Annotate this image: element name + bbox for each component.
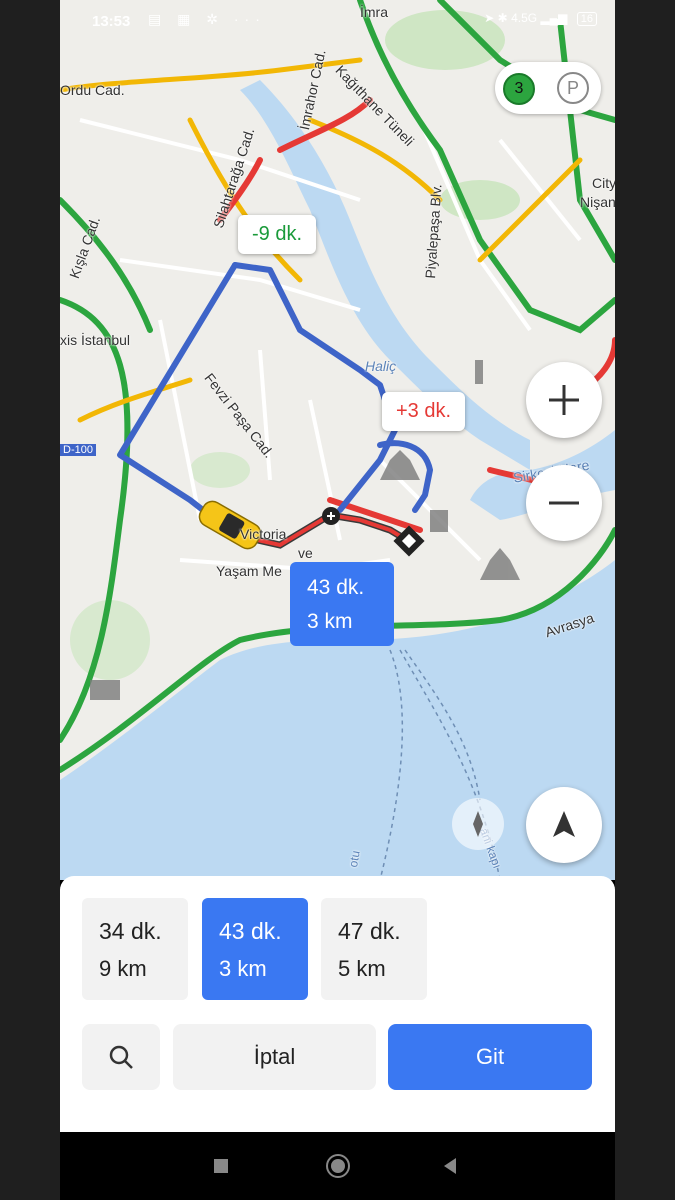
status-system-icons: ➤ ✱ 4.5G ▂▄▆ 16	[484, 11, 597, 26]
route-bubble-slow[interactable]: +3 dk.	[382, 392, 466, 431]
status-bar: 13:53 ▤ ▦ ✲ ··· ➤ ✱ 4.5G ▂▄▆ 16	[60, 0, 615, 40]
route-option-time: 47 dk.	[338, 918, 401, 944]
compass-button[interactable]	[452, 798, 504, 850]
map-view[interactable]: Ordu Cad. Silahtarağa Cad. İmrahor Cad. …	[60, 0, 615, 881]
phone-screen: Ordu Cad. Silahtarağa Cad. İmrahor Cad. …	[60, 0, 615, 1200]
recents-button[interactable]	[214, 1159, 228, 1173]
road-shield-d100: D-100	[60, 444, 96, 456]
go-button[interactable]: Git	[388, 1024, 592, 1090]
route-option-distance: 9 km	[99, 956, 147, 981]
signal-icon: ▂▄▆	[540, 11, 568, 25]
map-label-ordu: Ordu Cad.	[60, 82, 125, 98]
minus-icon	[549, 501, 579, 505]
back-button[interactable]	[440, 1156, 460, 1176]
home-button[interactable]	[326, 1154, 350, 1178]
route-option-distance: 5 km	[338, 956, 386, 981]
status-notification-icons: ▤ ▦ ✲ ···	[148, 11, 266, 28]
route-option-2[interactable]: 43 dk. 3 km	[202, 898, 308, 1000]
more-icon: ···	[233, 11, 266, 27]
cancel-button[interactable]: İptal	[173, 1024, 376, 1090]
grid-icon: ▦	[177, 11, 197, 27]
status-time: 13:53	[92, 13, 131, 30]
traffic-parking-pill: 3 P	[495, 62, 601, 114]
plus-icon	[549, 385, 579, 415]
map-label-yasam: Yaşam Me	[216, 563, 282, 579]
route-option-3[interactable]: 47 dk. 5 km	[321, 898, 427, 1000]
search-icon	[109, 1045, 133, 1069]
zoom-in-button[interactable]	[526, 362, 602, 438]
parking-icon[interactable]: P	[557, 72, 589, 104]
map-label-ve: ve	[298, 545, 313, 561]
compass-icon	[473, 811, 483, 837]
location-icon: ➤	[484, 11, 495, 25]
bluetooth-icon: ✱	[497, 11, 508, 25]
route-option-time: 43 dk.	[219, 918, 282, 944]
route-bubble-main[interactable]: 43 dk. 3 km	[290, 562, 394, 646]
map-label-halic: Haliç	[365, 358, 397, 374]
zoom-out-button[interactable]	[526, 465, 602, 541]
search-button[interactable]	[82, 1024, 160, 1090]
pinwheel-icon: ✲	[206, 11, 224, 27]
calendar-icon: ▤	[148, 11, 168, 27]
map-label-nisan: Nişan	[580, 194, 615, 210]
home-icon	[331, 1159, 345, 1173]
system-navigation-bar	[60, 1132, 615, 1200]
route-option-1[interactable]: 34 dk. 9 km	[82, 898, 188, 1000]
navigation-arrow-icon	[553, 811, 575, 837]
network-label: 4.5G	[511, 11, 538, 25]
route-option-time: 34 dk.	[99, 918, 162, 944]
traffic-level-indicator[interactable]: 3	[503, 73, 535, 105]
route-selection-panel: 34 dk. 9 km 43 dk. 3 km 47 dk. 5 km İpta…	[60, 876, 615, 1132]
map-label-city: City	[592, 175, 615, 191]
my-location-button[interactable]	[526, 787, 602, 863]
map-label-ferry-1: otu	[346, 849, 363, 869]
map-label-victoria: Victoria	[240, 526, 287, 542]
battery-icon: 16	[576, 12, 597, 26]
map-label-axis: xis İstanbul	[60, 332, 131, 348]
route-bubble-main-distance: 3 km	[307, 610, 353, 633]
map-canvas	[60, 0, 615, 881]
route-option-distance: 3 km	[219, 956, 267, 981]
route-bubble-fast[interactable]: -9 dk.	[238, 215, 317, 254]
route-bubble-main-time: 43 dk.	[307, 576, 365, 599]
